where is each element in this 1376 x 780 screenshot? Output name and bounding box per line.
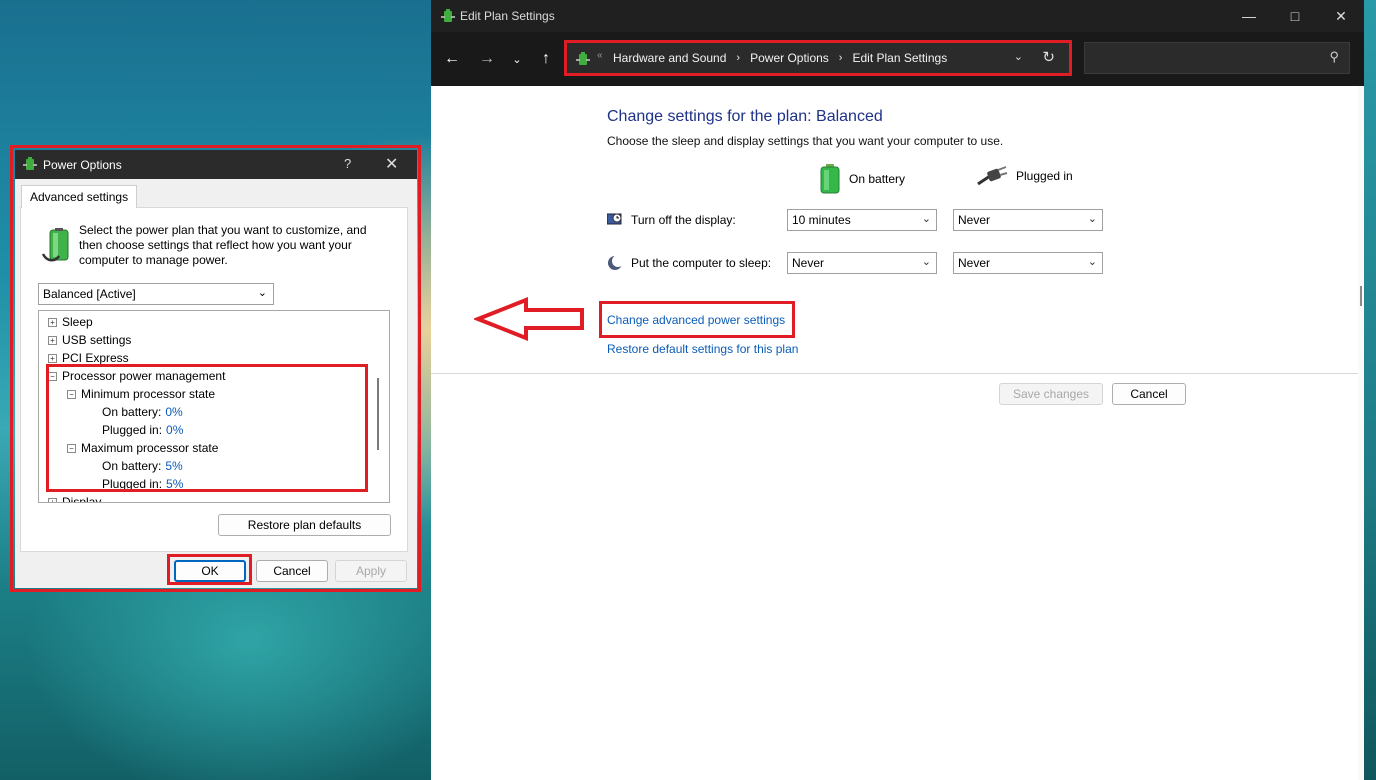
search-icon: ⚲ — [1329, 49, 1339, 64]
plugged-in-label: Plugged in — [1016, 169, 1073, 183]
tree-item-label: Sleep — [62, 315, 93, 329]
tree-item-sleep[interactable]: + Sleep — [48, 315, 93, 329]
tab-advanced-settings[interactable]: Advanced settings — [21, 185, 138, 208]
divider — [431, 373, 1364, 374]
dialog-close-icon[interactable]: ✕ — [385, 154, 398, 174]
minimize-button[interactable]: — — [1226, 0, 1272, 32]
restore-plan-defaults-button[interactable]: Restore plan defaults — [218, 514, 391, 536]
sleep-plugged-select[interactable]: Never ⌄ — [953, 252, 1103, 274]
chevron-down-icon: ⌄ — [1087, 213, 1097, 225]
window-title: Edit Plan Settings — [460, 9, 555, 23]
up-arrow-icon[interactable]: ↑ — [533, 46, 559, 72]
display-timer-icon — [607, 213, 622, 225]
refresh-icon[interactable]: ↻ — [1042, 48, 1055, 66]
recent-locations-chevron-icon[interactable]: ⌄ — [504, 46, 530, 72]
save-changes-button[interactable]: Save changes — [999, 383, 1103, 405]
chevron-down-icon: ⌄ — [257, 287, 267, 299]
plugged-in-header: Plugged in — [976, 164, 1073, 188]
dialog-title-bar[interactable]: Power Options ? ✕ — [15, 150, 417, 179]
edit-plan-settings-window: Edit Plan Settings — □ ✕ ← → ⌄ ↑ « Hardw… — [431, 0, 1364, 780]
processor-settings-highlight — [46, 364, 368, 492]
page-subtitle: Choose the sleep and display settings th… — [607, 134, 1004, 148]
title-bar[interactable]: Edit Plan Settings — □ ✕ — [431, 0, 1364, 32]
tree-item-usb-settings[interactable]: + USB settings — [48, 333, 131, 347]
display-plugged-value: Never — [958, 213, 991, 227]
scrollbar-thumb[interactable] — [1360, 286, 1362, 306]
address-dropdown-chevron-icon[interactable]: ⌄ — [1014, 50, 1023, 63]
chevron-down-icon: ⌄ — [1087, 256, 1097, 268]
breadcrumb-edit-plan-settings[interactable]: Edit Plan Settings — [852, 51, 947, 65]
tree-item-label: Display — [62, 495, 102, 503]
apply-button[interactable]: Apply — [335, 560, 407, 582]
cancel-button[interactable]: Cancel — [256, 560, 328, 582]
close-button[interactable]: ✕ — [1318, 0, 1364, 32]
sleep-setting-label: Put the computer to sleep: — [631, 256, 772, 270]
desktop-edge — [1364, 0, 1376, 780]
tree-scrollbar-thumb[interactable] — [377, 378, 379, 450]
sleep-battery-value: Never — [792, 256, 825, 270]
tree-item-label: PCI Express — [62, 351, 129, 365]
search-input[interactable]: ⚲ — [1084, 42, 1350, 74]
chevron-down-icon: ⌄ — [921, 213, 931, 225]
display-setting-row: Turn off the display: — [607, 212, 736, 228]
display-setting-label: Turn off the display: — [631, 213, 736, 227]
power-plan-battery-icon — [41, 228, 69, 262]
expand-icon[interactable]: + — [48, 335, 57, 345]
maximize-button[interactable]: □ — [1272, 0, 1318, 32]
restore-default-settings-link[interactable]: Restore default settings for this plan — [607, 342, 798, 356]
dialog-description: Select the power plan that you want to c… — [79, 223, 367, 267]
breadcrumb-separator-icon[interactable]: › — [736, 52, 740, 64]
overflow-chevrons-icon[interactable]: « — [597, 50, 603, 61]
dialog-title: Power Options — [43, 158, 122, 172]
ok-button[interactable]: OK — [174, 560, 246, 582]
tree-item-pci-express[interactable]: + PCI Express — [48, 351, 129, 365]
change-advanced-power-settings-link[interactable]: Change advanced power settings — [607, 313, 785, 327]
tree-item-display[interactable]: + Display — [48, 495, 102, 503]
tree-item-label: USB settings — [62, 333, 132, 347]
navigation-bar: ← → ⌄ ↑ « Hardware and Sound › Power Opt… — [431, 32, 1364, 86]
display-plugged-select[interactable]: Never ⌄ — [953, 209, 1103, 231]
address-bar[interactable]: « Hardware and Sound › Power Options › E… — [564, 40, 1072, 76]
annotation-arrow-icon — [474, 297, 584, 341]
on-battery-header: On battery — [819, 164, 905, 194]
expand-icon[interactable]: + — [48, 497, 57, 502]
power-plug-icon — [977, 166, 1008, 186]
sleep-battery-select[interactable]: Never ⌄ — [787, 252, 937, 274]
breadcrumb-hardware-and-sound[interactable]: Hardware and Sound — [613, 51, 726, 65]
forward-arrow-icon[interactable]: → — [474, 46, 500, 72]
breadcrumb-separator-icon[interactable]: › — [839, 52, 843, 64]
breadcrumb: Hardware and Sound › Power Options › Edi… — [613, 51, 947, 65]
display-battery-select[interactable]: 10 minutes ⌄ — [787, 209, 937, 231]
breadcrumb-power-options[interactable]: Power Options — [750, 51, 829, 65]
expand-icon[interactable]: + — [48, 353, 57, 363]
sleep-plugged-value: Never — [958, 256, 991, 270]
display-battery-value: 10 minutes — [792, 213, 851, 227]
power-plan-select[interactable]: Balanced [Active] ⌄ — [38, 283, 274, 305]
on-battery-label: On battery — [849, 172, 906, 186]
expand-icon[interactable]: + — [48, 317, 57, 327]
scrollbar[interactable] — [1358, 86, 1364, 780]
power-options-dialog: Power Options ? ✕ Advanced settings Sele… — [15, 150, 417, 588]
help-button[interactable]: ? — [344, 156, 351, 171]
back-arrow-icon[interactable]: ← — [439, 46, 465, 72]
power-options-icon — [441, 9, 455, 22]
power-plan-value: Balanced [Active] — [43, 287, 136, 301]
power-options-icon — [23, 157, 37, 170]
cancel-button[interactable]: Cancel — [1112, 383, 1186, 405]
power-options-icon — [576, 52, 590, 65]
chevron-down-icon: ⌄ — [921, 256, 931, 268]
moon-icon — [608, 255, 623, 270]
battery-icon — [820, 164, 840, 194]
sleep-setting-row: Put the computer to sleep: — [607, 255, 771, 271]
page-title: Change settings for the plan: Balanced — [607, 108, 883, 125]
